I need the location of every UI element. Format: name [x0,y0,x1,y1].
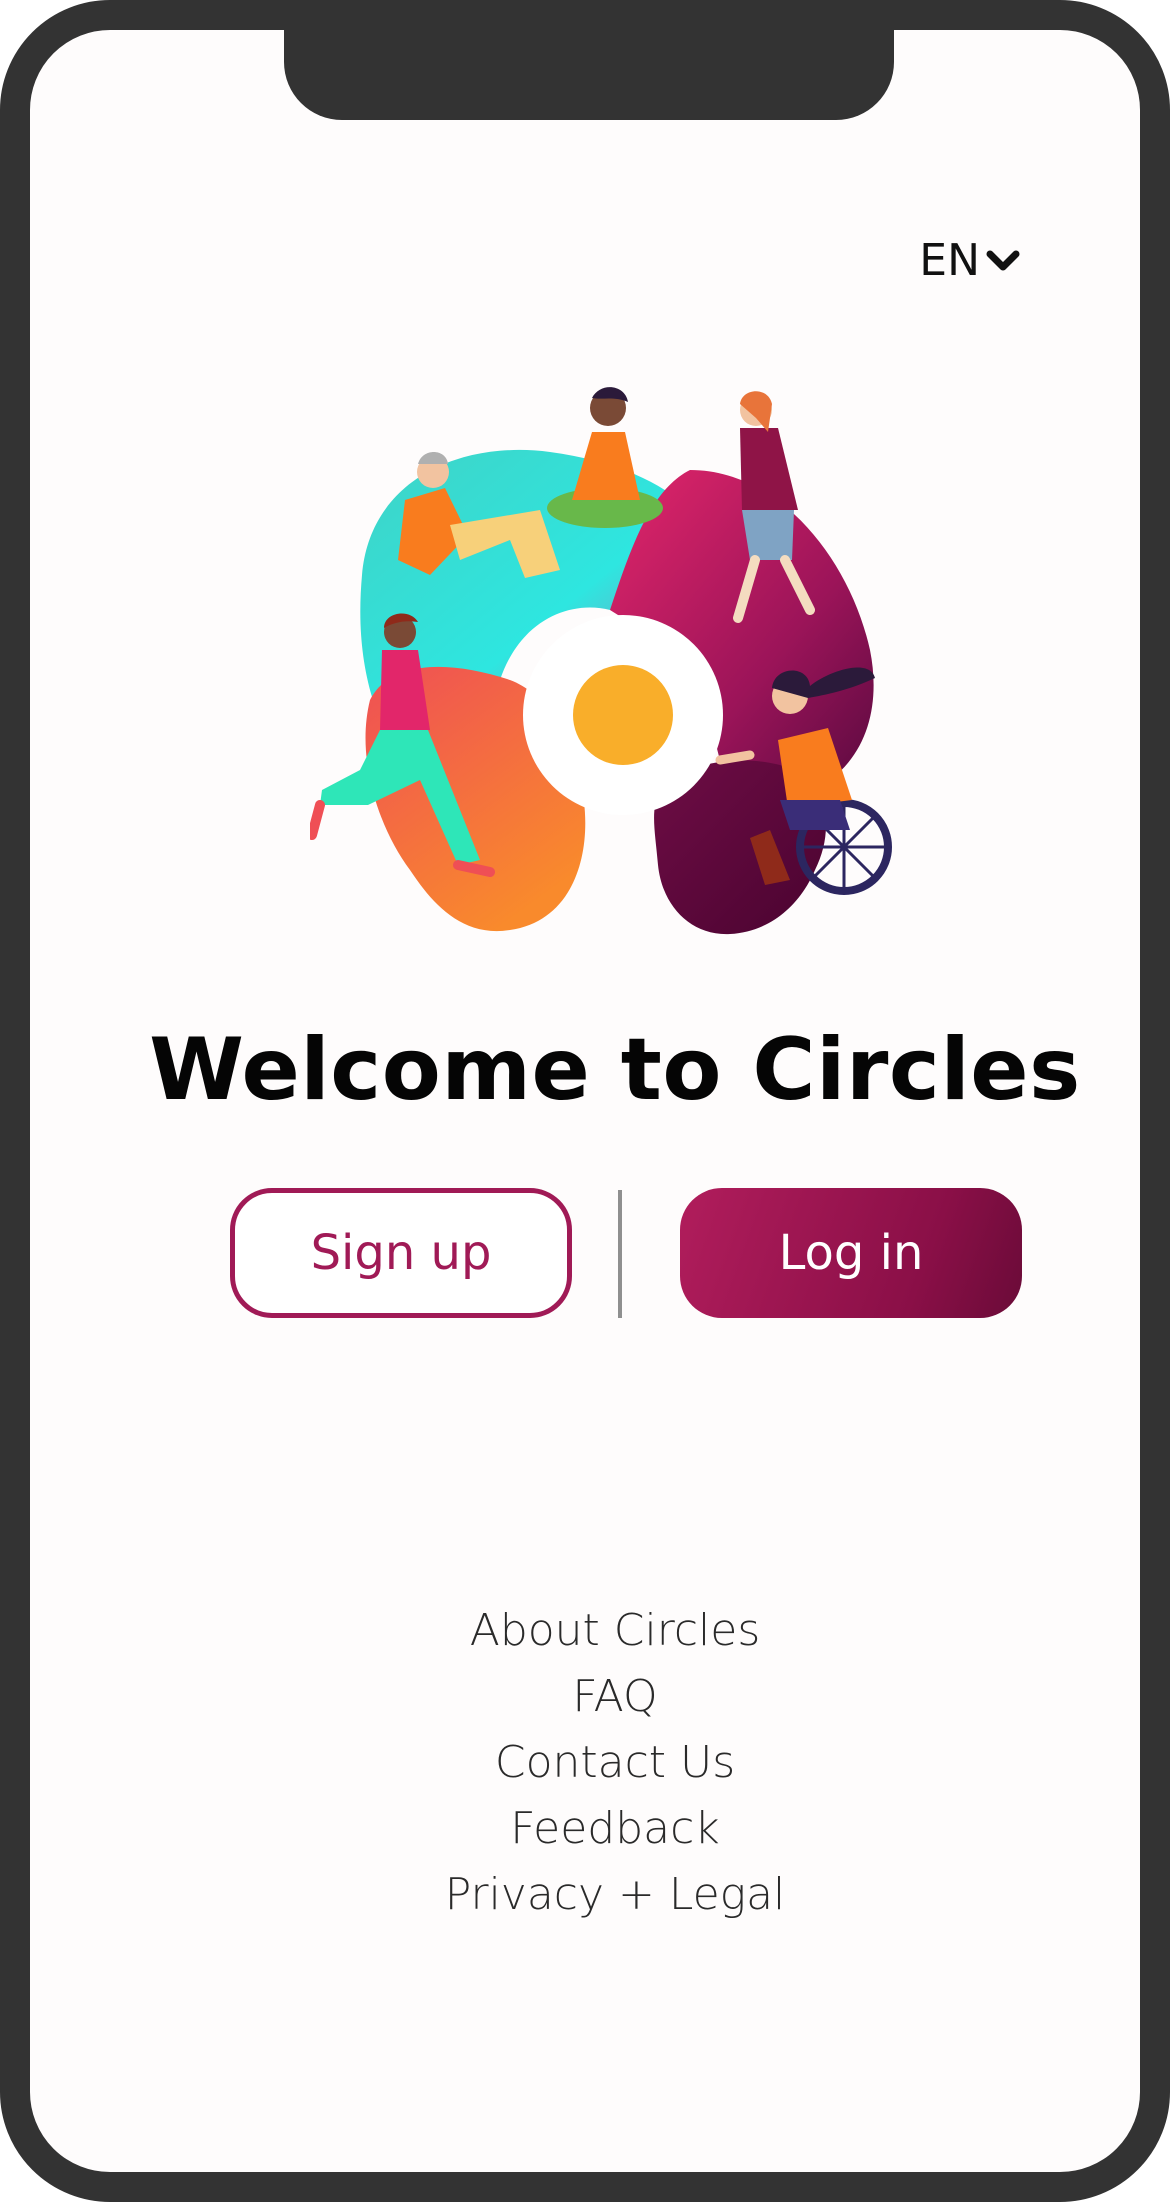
phone-frame: EN Welcome to Circles Sign up Log in Abo… [0,0,1170,2202]
faq-link[interactable]: FAQ [30,1664,1140,1730]
about-link[interactable]: About Circles [30,1598,1140,1664]
footer-links: About Circles FAQ Contact Us Feedback Pr… [30,1598,1140,1928]
feedback-link[interactable]: Feedback [30,1796,1140,1862]
language-label: EN [919,235,980,286]
language-selector[interactable]: EN [919,235,1020,286]
button-divider [618,1190,622,1318]
welcome-title: Welcome to Circles [149,1020,1081,1120]
login-button[interactable]: Log in [680,1188,1022,1318]
privacy-legal-link[interactable]: Privacy + Legal [30,1862,1140,1928]
circles-illustration [307,360,930,950]
signup-button[interactable]: Sign up [230,1188,572,1318]
device-notch [284,0,894,120]
contact-link[interactable]: Contact Us [30,1730,1140,1796]
chevron-down-icon [986,250,1020,272]
